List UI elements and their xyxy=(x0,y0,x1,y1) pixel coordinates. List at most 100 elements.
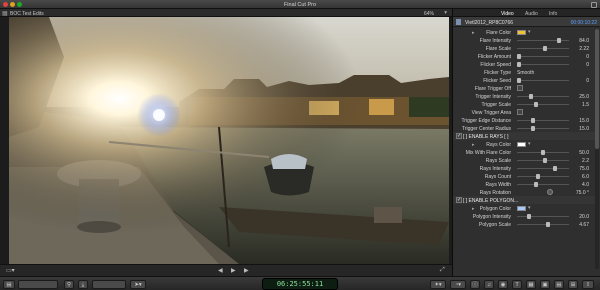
slider-knob[interactable] xyxy=(531,117,536,123)
parameter-row: ▸ Rays Color ▾ xyxy=(453,140,595,148)
effects-icon[interactable]: ▤ xyxy=(554,279,564,289)
parameter-value[interactable]: 4.67 xyxy=(579,222,589,228)
parameter-slider[interactable] xyxy=(517,63,569,65)
chevron-down-icon[interactable]: ▾ xyxy=(528,29,531,35)
view-options-icon[interactable]: ▾ xyxy=(444,10,447,16)
parameter-slider[interactable] xyxy=(517,55,569,57)
enhance-button[interactable]: ✦▾ xyxy=(430,279,446,289)
browser-toggle-button[interactable] xyxy=(18,279,58,289)
disclosure-icon[interactable]: ▸ xyxy=(472,142,475,148)
transitions-icon[interactable]: ⊞ xyxy=(568,279,578,289)
parameter-value[interactable]: 2.22 xyxy=(579,46,589,52)
viewer-canvas[interactable] xyxy=(9,17,449,264)
video-frame xyxy=(9,17,449,264)
media-browser-icon[interactable]: ♫ xyxy=(484,279,494,289)
slider-knob[interactable] xyxy=(553,165,557,171)
disclosure-icon[interactable]: ▸ xyxy=(472,206,475,212)
color-swatch[interactable] xyxy=(517,205,526,211)
parameter-value[interactable]: 0 xyxy=(586,78,589,84)
parameter-value[interactable]: 0 xyxy=(586,62,589,68)
view-menu-icon[interactable]: ▭▾ xyxy=(6,267,15,274)
import-icon[interactable]: ⤓ xyxy=(78,279,88,289)
slider-knob[interactable] xyxy=(517,61,521,67)
parameter-slider[interactable] xyxy=(517,95,569,97)
color-swatch[interactable] xyxy=(517,29,526,35)
select-tool-button[interactable]: ➤▾ xyxy=(130,279,146,289)
parameter-slider[interactable] xyxy=(517,127,569,129)
scroll-thumb[interactable] xyxy=(595,29,599,149)
chevron-down-icon[interactable]: ▾ xyxy=(528,205,531,211)
slider-knob[interactable] xyxy=(517,77,521,83)
previous-frame-icon[interactable]: ◀ xyxy=(218,267,223,274)
parameter-checkbox[interactable] xyxy=(517,109,523,115)
themes-icon[interactable]: ▣ xyxy=(540,279,550,289)
parameter-popup[interactable]: Smooth xyxy=(517,70,534,76)
disclosure-icon[interactable]: ▸ xyxy=(472,30,475,36)
parameter-value[interactable]: 84.0 xyxy=(579,38,589,44)
parameter-slider[interactable] xyxy=(517,119,569,121)
play-button[interactable]: ▶ xyxy=(231,267,236,274)
parameter-slider[interactable] xyxy=(517,167,569,169)
parameter-value[interactable]: 1.5 xyxy=(582,102,589,108)
inspector-toggle-icon[interactable]: ⓘ xyxy=(470,279,480,289)
color-swatch[interactable] xyxy=(517,141,526,147)
rotation-dial[interactable] xyxy=(547,189,553,195)
next-frame-icon[interactable]: ▶ xyxy=(244,267,249,274)
title-bar: Final Cut Pro xyxy=(0,0,600,9)
parameter-value[interactable]: 15.0 xyxy=(579,126,589,132)
parameter-value[interactable]: 6.0 xyxy=(582,174,589,180)
slider-knob[interactable] xyxy=(533,181,538,187)
parameter-slider[interactable] xyxy=(517,183,569,185)
parameter-value[interactable]: 2.2 xyxy=(582,158,589,164)
inspector-scrollbar[interactable] xyxy=(595,29,599,269)
parameter-value[interactable]: 20.0 xyxy=(579,214,589,220)
parameter-value[interactable]: 15.0 xyxy=(579,118,589,124)
slider-knob[interactable] xyxy=(526,213,531,219)
slider-knob[interactable] xyxy=(517,53,521,59)
retime-button[interactable]: ◔▾ xyxy=(450,279,466,289)
library-icon[interactable]: ▦ xyxy=(2,10,8,17)
titles-icon[interactable]: T xyxy=(512,279,522,289)
slider-knob[interactable] xyxy=(543,157,548,163)
parameter-value[interactable]: 0 xyxy=(586,54,589,60)
parameter-label: Rays Color xyxy=(486,141,511,148)
fullscreen-viewer-icon[interactable]: ⤢ xyxy=(440,267,445,274)
zoom-level[interactable]: 64% xyxy=(424,11,434,17)
event-label: BOC Test Edits xyxy=(10,10,44,17)
parameter-checkbox[interactable] xyxy=(517,85,523,91)
slider-knob[interactable] xyxy=(541,149,545,155)
keyword-icon[interactable]: ⚲ xyxy=(64,279,74,289)
chevron-down-icon[interactable]: ▾ xyxy=(528,141,531,147)
tab-info[interactable]: Info xyxy=(549,11,557,17)
timecode-display[interactable]: 06:25:55:11 xyxy=(262,278,338,290)
parameter-slider[interactable] xyxy=(517,215,569,217)
generators-icon[interactable]: ▦ xyxy=(526,279,536,289)
fullscreen-icon[interactable] xyxy=(591,1,597,8)
parameter-label: Polygon Color xyxy=(479,205,511,212)
parameter-slider[interactable] xyxy=(517,39,569,41)
section-enable-checkbox[interactable]: ✓ xyxy=(456,197,462,203)
slider-knob[interactable] xyxy=(545,221,550,227)
connect-clip-button[interactable] xyxy=(92,279,126,289)
slider-knob[interactable] xyxy=(529,93,533,99)
parameter-value[interactable]: 25.0 xyxy=(579,94,589,100)
slider-knob[interactable] xyxy=(557,37,562,43)
share-icon[interactable]: ⇪ xyxy=(582,279,594,289)
tab-video[interactable]: Video xyxy=(501,11,514,17)
tab-audio[interactable]: Audio xyxy=(525,11,538,17)
parameter-slider[interactable] xyxy=(517,223,569,225)
parameter-value[interactable]: 75.0 ° xyxy=(576,190,589,196)
parameter-value[interactable]: 4.0 xyxy=(582,182,589,188)
section-enable-checkbox[interactable]: ✓ xyxy=(456,133,462,139)
camera-icon[interactable]: ◉ xyxy=(498,279,508,289)
parameter-value[interactable]: 50.0 xyxy=(579,150,589,156)
slider-knob[interactable] xyxy=(533,101,538,107)
parameter-slider[interactable] xyxy=(517,175,569,177)
slider-knob[interactable] xyxy=(543,45,548,51)
slider-knob[interactable] xyxy=(531,125,536,131)
slider-knob[interactable] xyxy=(536,173,541,179)
parameter-slider[interactable] xyxy=(517,79,569,81)
parameter-slider[interactable] xyxy=(517,103,569,105)
library-toggle-button[interactable]: ▤ xyxy=(3,279,15,289)
parameter-value[interactable]: 75.0 xyxy=(579,166,589,172)
